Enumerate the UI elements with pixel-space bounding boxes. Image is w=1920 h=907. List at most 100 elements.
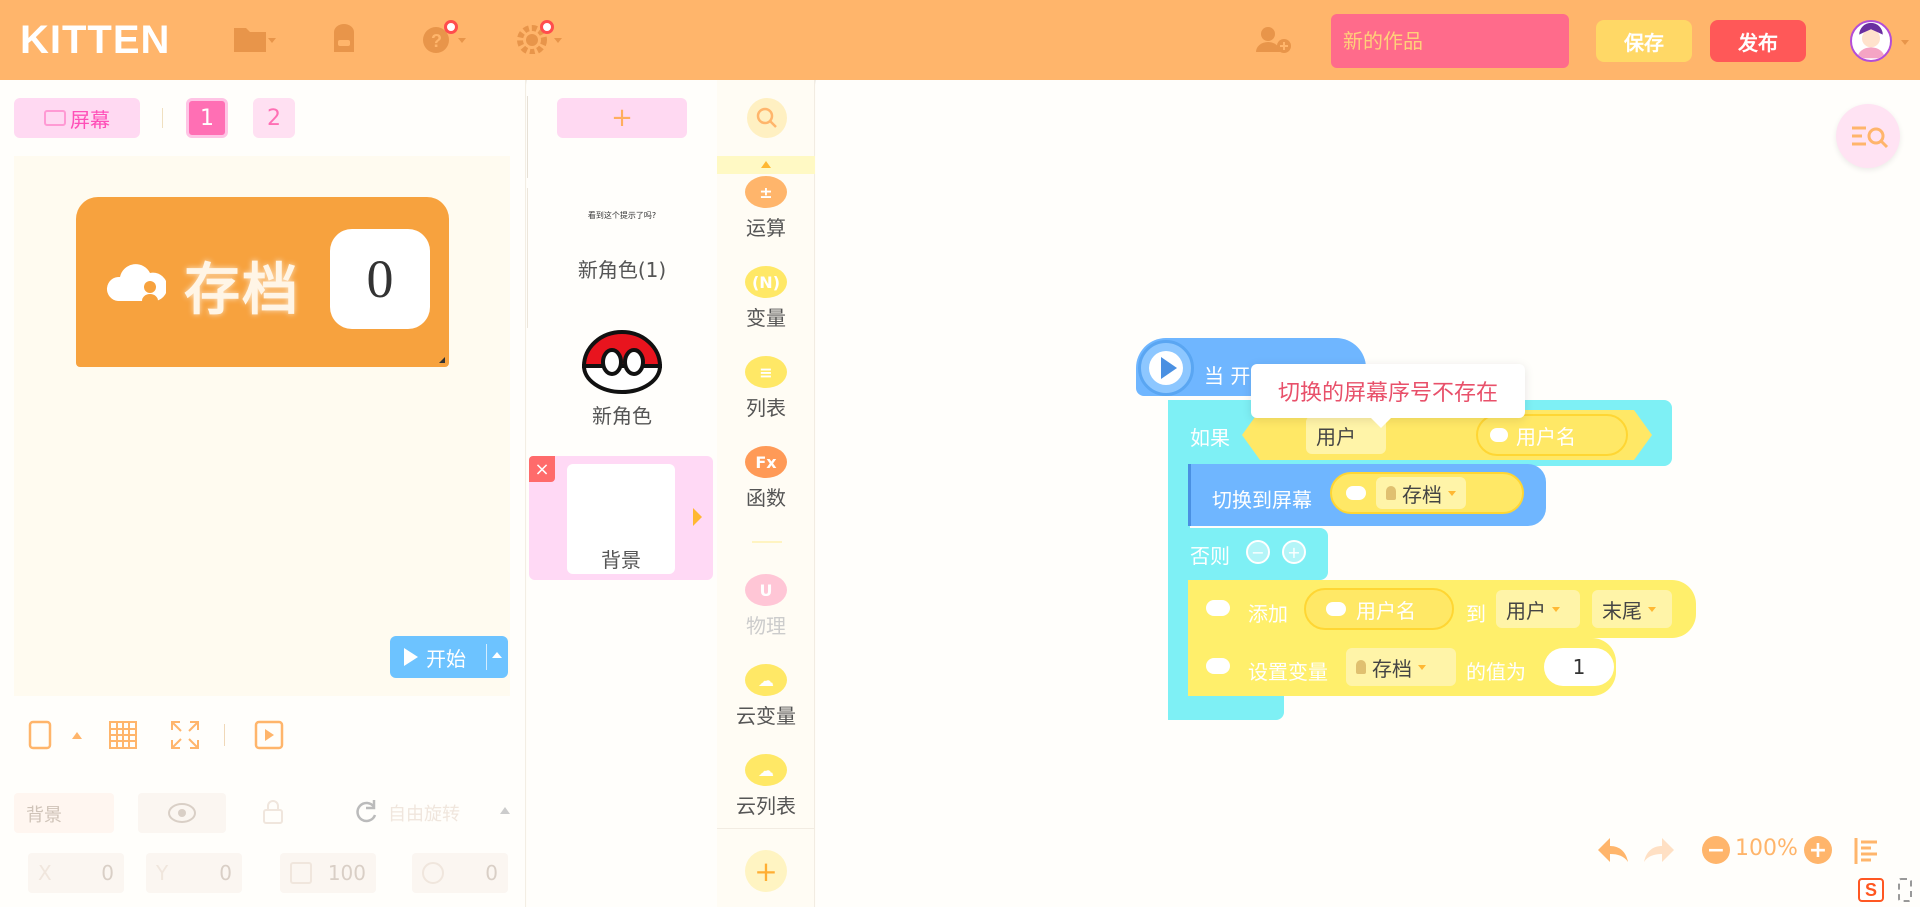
- canvas-search-button[interactable]: [1836, 104, 1900, 168]
- add-value-label: 用户名: [1356, 598, 1416, 623]
- input-method-s-icon: S: [1858, 878, 1884, 902]
- eye-icon: [168, 803, 196, 823]
- resize-handle-icon[interactable]: [439, 357, 445, 363]
- screen-button[interactable]: 屏幕: [14, 98, 140, 138]
- cloud-icon: [1490, 428, 1508, 442]
- file-menu-caret-icon[interactable]: [268, 38, 276, 43]
- user-icon: [1356, 660, 1366, 674]
- username-reporter-block[interactable]: 用户名: [1304, 588, 1454, 630]
- x-label: X: [38, 861, 52, 885]
- category-label: 云列表: [736, 794, 796, 818]
- rotation-mode[interactable]: 自由旋转: [352, 797, 552, 831]
- sprite-item[interactable]: 新角色: [527, 326, 717, 429]
- y-label: Y: [156, 861, 169, 885]
- x-position-field[interactable]: X 0: [28, 853, 124, 893]
- category-cloud-variable[interactable]: ☁ 云变量: [717, 664, 815, 729]
- set-value-input[interactable]: 1: [1544, 648, 1614, 686]
- cloud-icon: [1346, 486, 1366, 500]
- stage-size-icon[interactable]: [24, 718, 58, 752]
- sprite-transform-row: X 0 Y 0 100 0: [14, 853, 514, 897]
- zoom-level: 100%: [1735, 836, 1798, 861]
- cloud-icon: [1326, 602, 1346, 616]
- cloud-widget-value: 0: [330, 229, 430, 329]
- help-menu-caret-icon[interactable]: [458, 38, 466, 43]
- add-sprite-button[interactable]: +: [557, 98, 687, 138]
- category-operator[interactable]: ± 运算: [717, 176, 815, 241]
- start-options-caret-icon[interactable]: [492, 652, 502, 658]
- add-extension-button[interactable]: +: [745, 850, 787, 892]
- save-button[interactable]: 保存: [1596, 20, 1692, 62]
- settings-menu-caret-icon[interactable]: [554, 38, 562, 43]
- category-function[interactable]: Fx 函数: [717, 446, 815, 511]
- zoom-out-button[interactable]: −: [1702, 836, 1730, 864]
- dropdown-caret-icon: [1418, 664, 1426, 670]
- else-label: 否则: [1190, 544, 1230, 568]
- y-position-field[interactable]: Y 0: [146, 853, 242, 893]
- category-scroll-up[interactable]: [717, 156, 815, 174]
- category-separator: [752, 541, 782, 543]
- background-card[interactable]: 背景 ×: [529, 456, 713, 580]
- redo-icon[interactable]: [1642, 834, 1676, 866]
- user-avatar[interactable]: [1850, 20, 1892, 62]
- app-logo: KITTEN: [20, 18, 171, 62]
- file-icon[interactable]: [232, 24, 268, 54]
- category-list[interactable]: ≡ 列表: [717, 356, 815, 421]
- preview-device-icon[interactable]: [252, 718, 286, 752]
- zoom-in-button[interactable]: +: [1804, 836, 1832, 864]
- sprite-properties-row: 背景 自由旋转: [14, 793, 514, 837]
- add-collaborator-icon[interactable]: [1254, 24, 1294, 54]
- username-reporter-block[interactable]: 用户名: [1476, 414, 1628, 456]
- rotation-caret-icon[interactable]: [500, 807, 510, 814]
- screen-tab-2[interactable]: 2: [253, 98, 295, 138]
- if-label: 如果: [1190, 426, 1230, 450]
- physics-icon: U: [745, 574, 787, 606]
- remove-branch-button[interactable]: −: [1246, 540, 1270, 564]
- category-variable[interactable]: (N) 变量: [717, 266, 815, 331]
- backpack-icon[interactable]: [326, 24, 362, 54]
- screen-button-label: 屏幕: [70, 107, 110, 132]
- size-value: 100: [327, 861, 366, 885]
- undo-icon[interactable]: [1596, 834, 1630, 866]
- sprite-name-field[interactable]: 背景: [14, 793, 114, 833]
- direction-icon: [422, 862, 444, 884]
- publish-button[interactable]: 发布: [1710, 20, 1806, 62]
- cloud-variable-reporter[interactable]: 存档: [1330, 472, 1524, 514]
- avatar-menu-caret-icon[interactable]: [1901, 40, 1909, 45]
- add-branch-button[interactable]: +: [1282, 540, 1306, 564]
- block-search-button[interactable]: [747, 98, 787, 138]
- screen-tab-1[interactable]: 1: [186, 98, 228, 138]
- visibility-toggle[interactable]: [138, 793, 226, 833]
- start-button[interactable]: 开始: [390, 636, 508, 678]
- size-field[interactable]: 100: [280, 853, 376, 893]
- switch-screen-dropdown[interactable]: 存档: [1376, 477, 1466, 509]
- position-dropdown[interactable]: 末尾: [1592, 590, 1672, 628]
- category-cloud-list[interactable]: ☁ 云列表: [717, 754, 815, 819]
- user-icon: [1386, 486, 1396, 500]
- sprite-name: 新角色(1): [577, 258, 667, 282]
- operator-icon: ±: [745, 176, 787, 208]
- grid-icon[interactable]: [106, 718, 140, 752]
- top-bar: KITTEN ? 保存 发布: [0, 0, 1920, 80]
- set-variable-label: 设置变量: [1248, 660, 1328, 684]
- hat-block-label: 当 开: [1204, 364, 1251, 388]
- list-dropdown[interactable]: 用户: [1496, 590, 1580, 628]
- set-variable-dropdown[interactable]: 存档: [1346, 648, 1456, 686]
- align-blocks-icon[interactable]: [1852, 836, 1882, 866]
- category-physics[interactable]: U 物理: [717, 574, 815, 639]
- stage-size-caret-icon[interactable]: [72, 732, 82, 739]
- cloud-icon: [1206, 600, 1230, 616]
- sprite-thumbnail-ball: [581, 330, 663, 394]
- direction-field[interactable]: 0: [412, 853, 508, 893]
- cloud-variable-widget[interactable]: 存档 0: [76, 197, 449, 367]
- fullscreen-corner-icon[interactable]: [1898, 878, 1912, 902]
- sprite-item[interactable]: 看到这个提示了吗? 新角色(1): [527, 210, 717, 283]
- set-variable-value: 存档: [1372, 656, 1412, 681]
- cloud-icon: [1206, 658, 1230, 674]
- lock-icon[interactable]: [258, 797, 288, 827]
- dropdown-caret-icon: [1552, 606, 1560, 612]
- fullscreen-icon[interactable]: [168, 718, 202, 752]
- background-expand-arrow-icon[interactable]: [693, 508, 702, 526]
- delete-background-icon[interactable]: ×: [529, 456, 555, 482]
- screen-icon: [44, 110, 66, 126]
- project-title-input[interactable]: [1331, 14, 1569, 68]
